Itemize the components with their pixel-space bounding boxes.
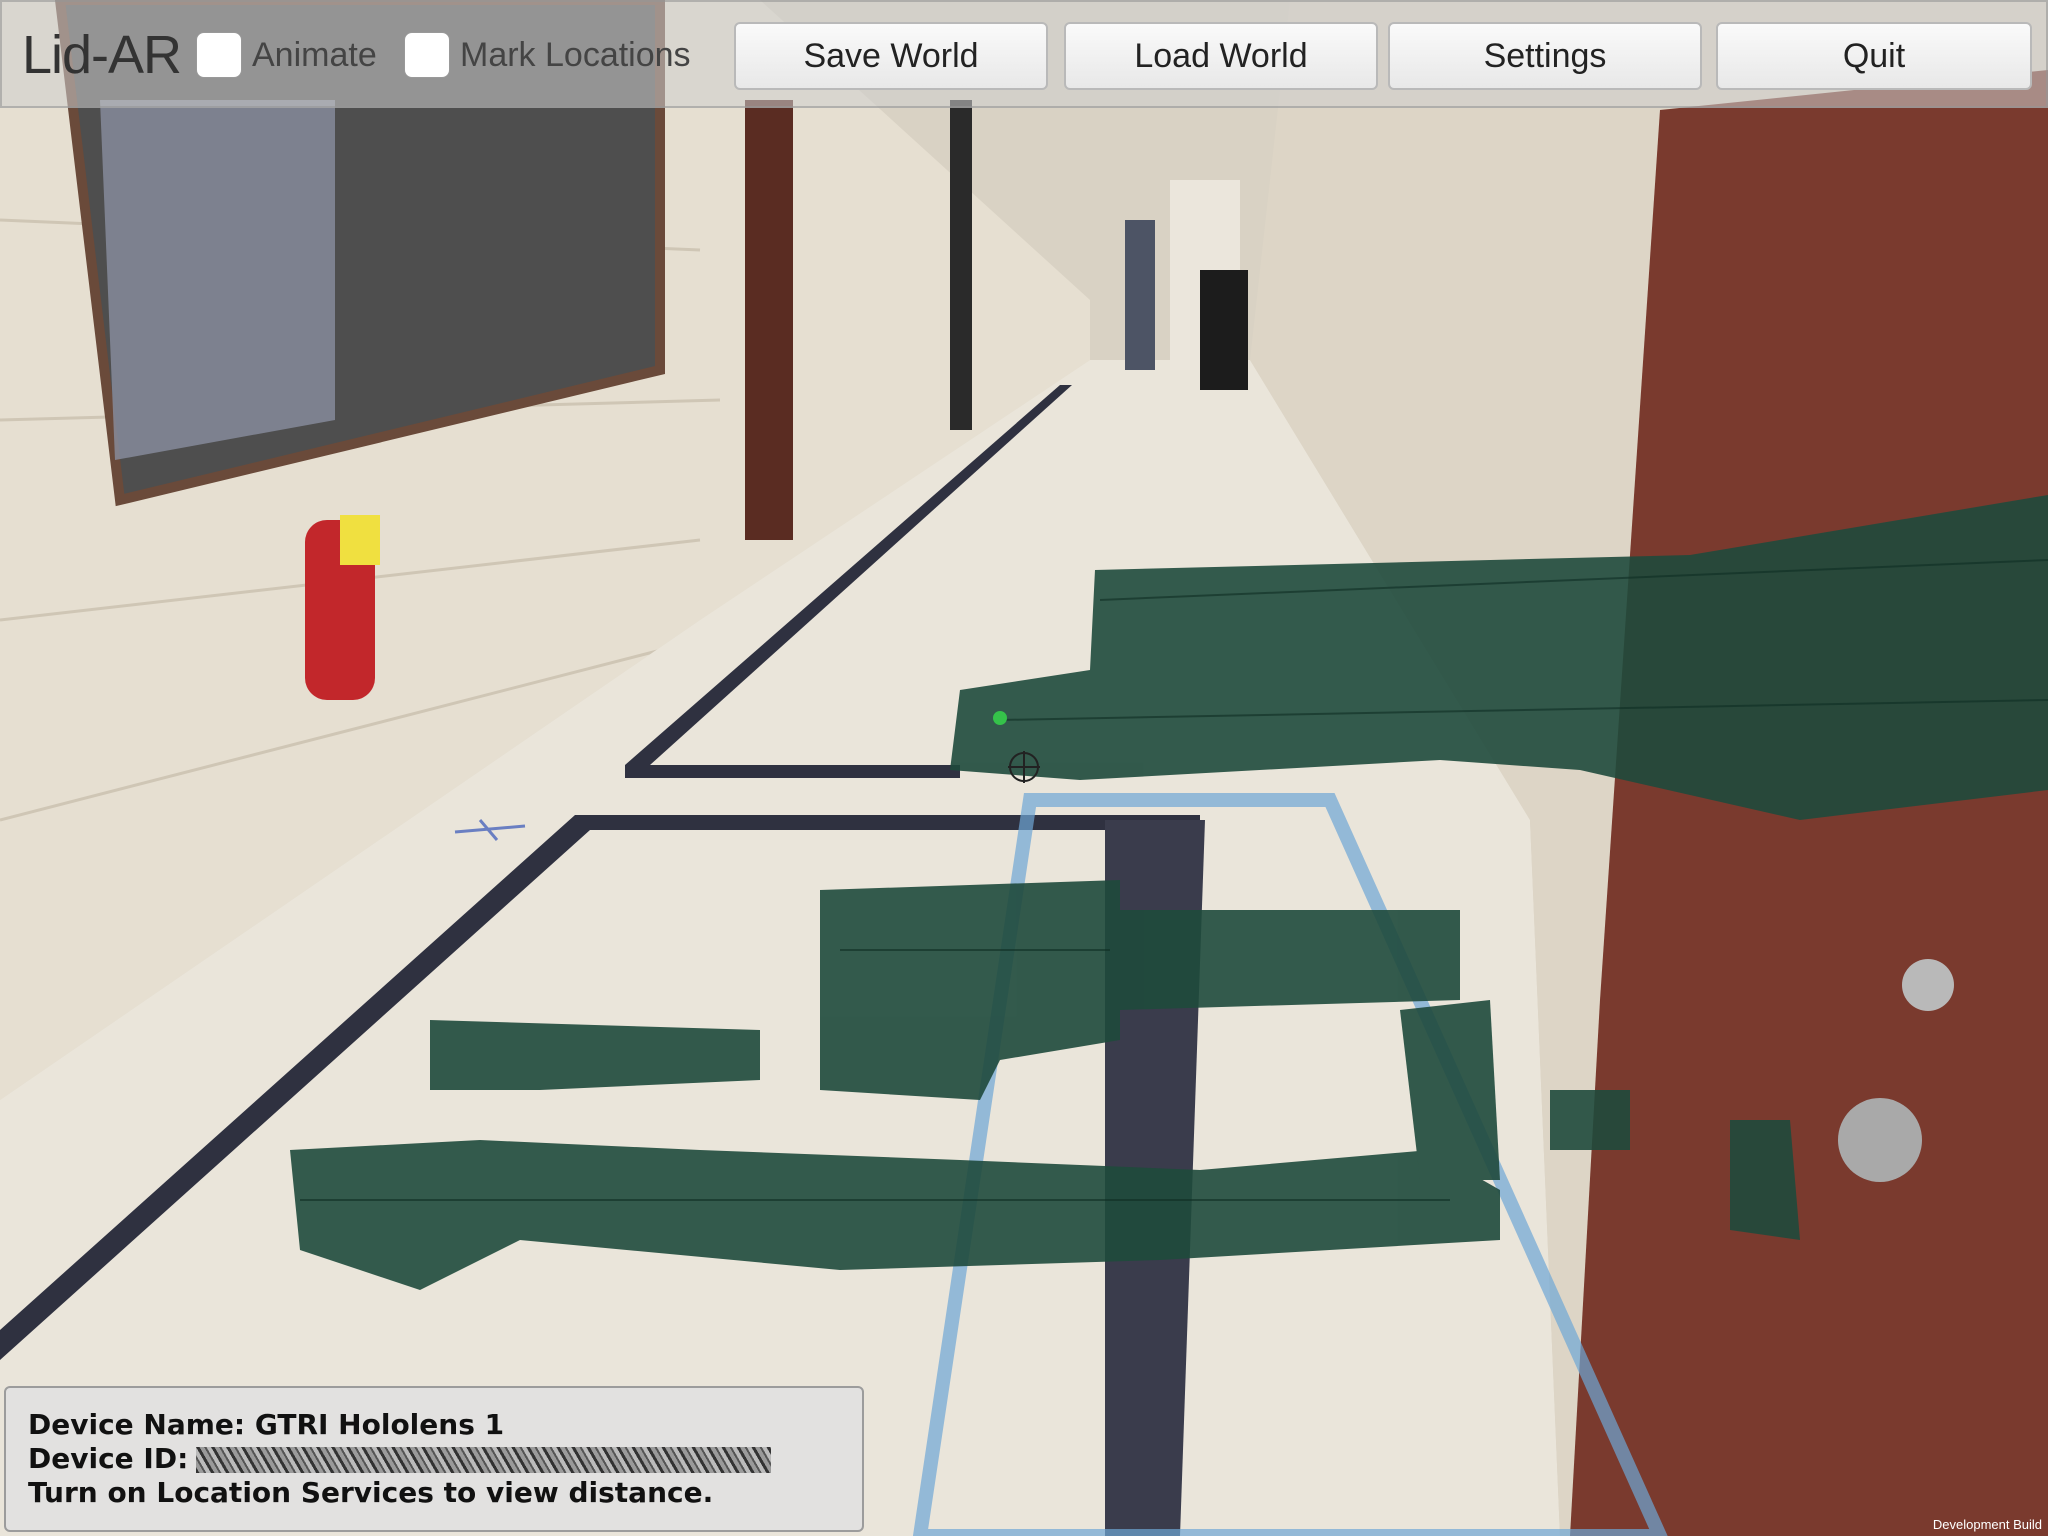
animate-checkbox[interactable] — [196, 32, 242, 78]
top-toolbar: Lid-AR Animate Mark Locations Save World… — [0, 0, 2048, 108]
settings-button[interactable]: Settings — [1388, 22, 1702, 90]
save-world-button[interactable]: Save World — [734, 22, 1048, 90]
app-title: Lid-AR — [22, 25, 182, 85]
mark-locations-label: Mark Locations — [460, 36, 691, 74]
marker-dot-icon — [993, 711, 1007, 725]
animate-label: Animate — [252, 36, 377, 74]
location-services-notice: Turn on Location Services to view distan… — [28, 1476, 714, 1509]
ar-camera-view — [0, 0, 2048, 1536]
device-info-panel: Device Name: GTRI Hololens 1 Device ID: … — [4, 1386, 864, 1532]
device-name: Device Name: GTRI Hololens 1 — [28, 1408, 505, 1441]
load-world-button[interactable]: Load World — [1064, 22, 1378, 90]
device-id-row: Device ID: — [28, 1442, 862, 1476]
person — [1125, 220, 1155, 370]
door-knob — [1838, 1098, 1922, 1182]
device-id-label: Device ID: — [28, 1442, 189, 1475]
mark-locations-checkbox[interactable] — [404, 32, 450, 78]
development-build-label: Development Build — [1932, 1517, 2042, 1532]
redacted-device-id — [196, 1447, 772, 1473]
quit-button[interactable]: Quit — [1716, 22, 2032, 90]
door-lock — [1902, 959, 1954, 1011]
